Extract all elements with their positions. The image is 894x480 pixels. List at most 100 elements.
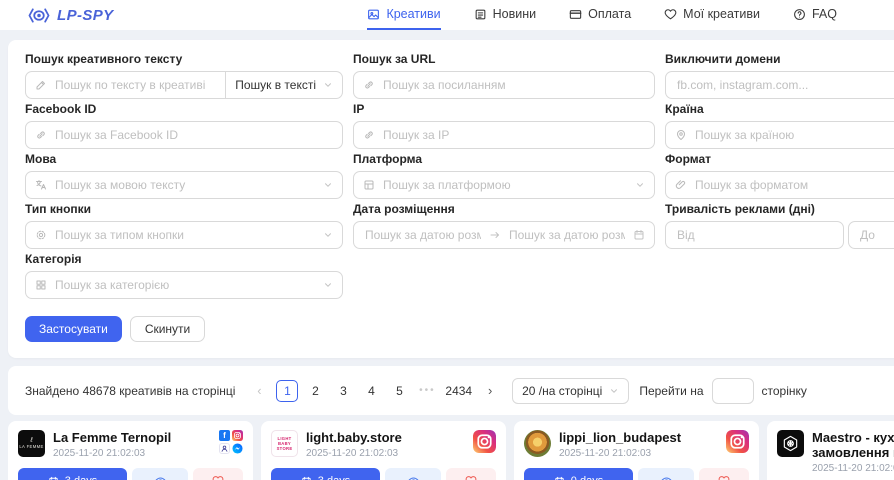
pencil-icon — [35, 79, 47, 91]
format-input[interactable] — [693, 177, 894, 193]
results-bar: Знайдено 48678 креативів на сторінці ‹ 1… — [8, 366, 894, 415]
main-nav: Креативи Новини Оплата Мої креативи FAQ — [334, 0, 837, 30]
page-last[interactable]: 2434 — [444, 380, 473, 402]
card-title-line2: замовлення в Ужго — [812, 445, 894, 460]
favorite-button[interactable] — [446, 468, 496, 480]
page-2[interactable]: 2 — [304, 380, 326, 402]
nav-my-creatives[interactable]: Мої креативи — [664, 0, 760, 30]
favorite-button[interactable] — [193, 468, 243, 480]
next-page-icon[interactable]: › — [479, 380, 501, 402]
country-input[interactable] — [693, 127, 894, 143]
avatar: LIGHT BABY STORE — [271, 430, 298, 457]
platform-select[interactable] — [353, 171, 655, 199]
filter-label: Тривалість реклами (дні) — [665, 202, 894, 216]
question-icon — [793, 8, 806, 21]
days-button[interactable]: 0 days — [524, 468, 633, 480]
filter-label: Facebook ID — [25, 102, 343, 116]
exclude-domains-input[interactable] — [675, 77, 894, 93]
duration-from-input[interactable] — [675, 227, 834, 243]
heart-icon — [664, 8, 677, 21]
view-button[interactable] — [385, 468, 441, 480]
creative-card[interactable]: LIGHT BABY STORE light.baby.store 2025-1… — [261, 421, 506, 480]
filter-label: Виключити домени — [665, 52, 894, 66]
card-date: 2025-11-20 21:02:03 — [306, 448, 465, 459]
card-title: lippi_lion_budapest — [559, 430, 718, 445]
filter-label: Пошук за URL — [353, 52, 655, 66]
facebook-id-input[interactable] — [53, 127, 333, 143]
days-button[interactable]: 3 days — [271, 468, 380, 480]
nav-payment[interactable]: Оплата — [569, 0, 631, 30]
nav-faq[interactable]: FAQ — [793, 0, 837, 30]
button-type-select[interactable] — [25, 221, 343, 249]
filter-facebook-id: Facebook ID — [25, 102, 343, 149]
favorite-button[interactable] — [699, 468, 749, 480]
creative-cards: ℓ LA FEMME La Femme Ternopil 2025-11-20 … — [8, 421, 894, 480]
prev-page-icon[interactable]: ‹ — [248, 380, 270, 402]
date-from-input[interactable] — [363, 227, 483, 243]
nav-label: Оплата — [588, 7, 631, 21]
filter-url: Пошук за URL — [353, 52, 655, 99]
maestro-logo — [782, 435, 799, 452]
filter-label: Формат — [665, 152, 894, 166]
logo[interactable]: LP-SPY — [28, 7, 114, 24]
goto-page-input[interactable] — [712, 378, 754, 404]
platform-input[interactable] — [381, 177, 629, 193]
language-input[interactable] — [53, 177, 317, 193]
creative-card[interactable]: Maestro - кухні, ме замовлення в Ужго 20… — [767, 421, 894, 480]
date-range-picker[interactable] — [353, 221, 655, 249]
filter-label: Категорія — [25, 252, 343, 266]
heart-icon — [212, 475, 224, 480]
page-5[interactable]: 5 — [388, 380, 410, 402]
page-1[interactable]: 1 — [276, 380, 298, 402]
duration-to-input[interactable] — [858, 227, 894, 243]
category-select[interactable] — [25, 271, 343, 299]
gear-icon — [35, 229, 47, 241]
instagram-icon — [726, 430, 749, 453]
nav-label: Мої креативи — [683, 7, 760, 21]
calendar-icon — [554, 476, 565, 480]
chevron-down-icon — [323, 180, 333, 190]
nav-label: FAQ — [812, 7, 837, 21]
creative-text-input[interactable] — [53, 77, 216, 93]
creative-card[interactable]: ℓ LA FEMME La Femme Ternopil 2025-11-20 … — [8, 421, 253, 480]
filter-label: Дата розміщення — [353, 202, 655, 216]
nav-creatives[interactable]: Креативи — [367, 0, 440, 30]
filter-creative-text: Пошук креативного тексту Пошук в тексті — [25, 52, 343, 99]
pagination: ‹ 1 2 3 4 5 ••• 2434 › — [245, 380, 504, 402]
nav-news[interactable]: Новини — [474, 0, 537, 30]
view-button[interactable] — [638, 468, 694, 480]
filter-language: Мова — [25, 152, 343, 199]
ip-input[interactable] — [381, 127, 645, 143]
nav-label: Креативи — [386, 7, 440, 21]
credit-card-icon — [569, 8, 582, 21]
link-icon — [35, 129, 47, 141]
top-navbar: LP-SPY Креативи Новини Оплата Мої креати… — [0, 0, 894, 30]
avatar — [524, 430, 551, 457]
text-search-mode-select[interactable]: Пошук в тексті — [226, 71, 343, 99]
filter-label: Країна — [665, 102, 894, 116]
filter-label: Пошук креативного тексту — [25, 52, 343, 66]
platform-badges: f — [219, 430, 243, 454]
apply-button[interactable]: Застосувати — [25, 316, 122, 342]
page-size-select[interactable]: 20 /на сторінці — [512, 378, 629, 404]
days-button[interactable]: 3 days — [18, 468, 127, 480]
mode-label: Пошук в тексті — [235, 78, 316, 92]
calendar-icon — [633, 229, 645, 241]
goto-suffix: сторінку — [762, 384, 807, 398]
filter-country: Країна — [665, 102, 894, 149]
chevron-down-icon — [323, 80, 333, 90]
card-title: light.baby.store — [306, 430, 465, 445]
page-4[interactable]: 4 — [360, 380, 382, 402]
pagination-ellipsis[interactable]: ••• — [416, 380, 438, 402]
view-button[interactable] — [132, 468, 188, 480]
language-select[interactable] — [25, 171, 343, 199]
card-date: 2025-11-20 21:02:03 — [559, 448, 718, 459]
button-type-input[interactable] — [53, 227, 317, 243]
page-3[interactable]: 3 — [332, 380, 354, 402]
reset-button[interactable]: Скинути — [130, 316, 205, 342]
category-input[interactable] — [53, 277, 317, 293]
url-input[interactable] — [381, 77, 645, 93]
creative-card[interactable]: lippi_lion_budapest 2025-11-20 21:02:03 … — [514, 421, 759, 480]
results-summary: Знайдено 48678 креативів на сторінці — [25, 384, 235, 398]
date-to-input[interactable] — [507, 227, 627, 243]
